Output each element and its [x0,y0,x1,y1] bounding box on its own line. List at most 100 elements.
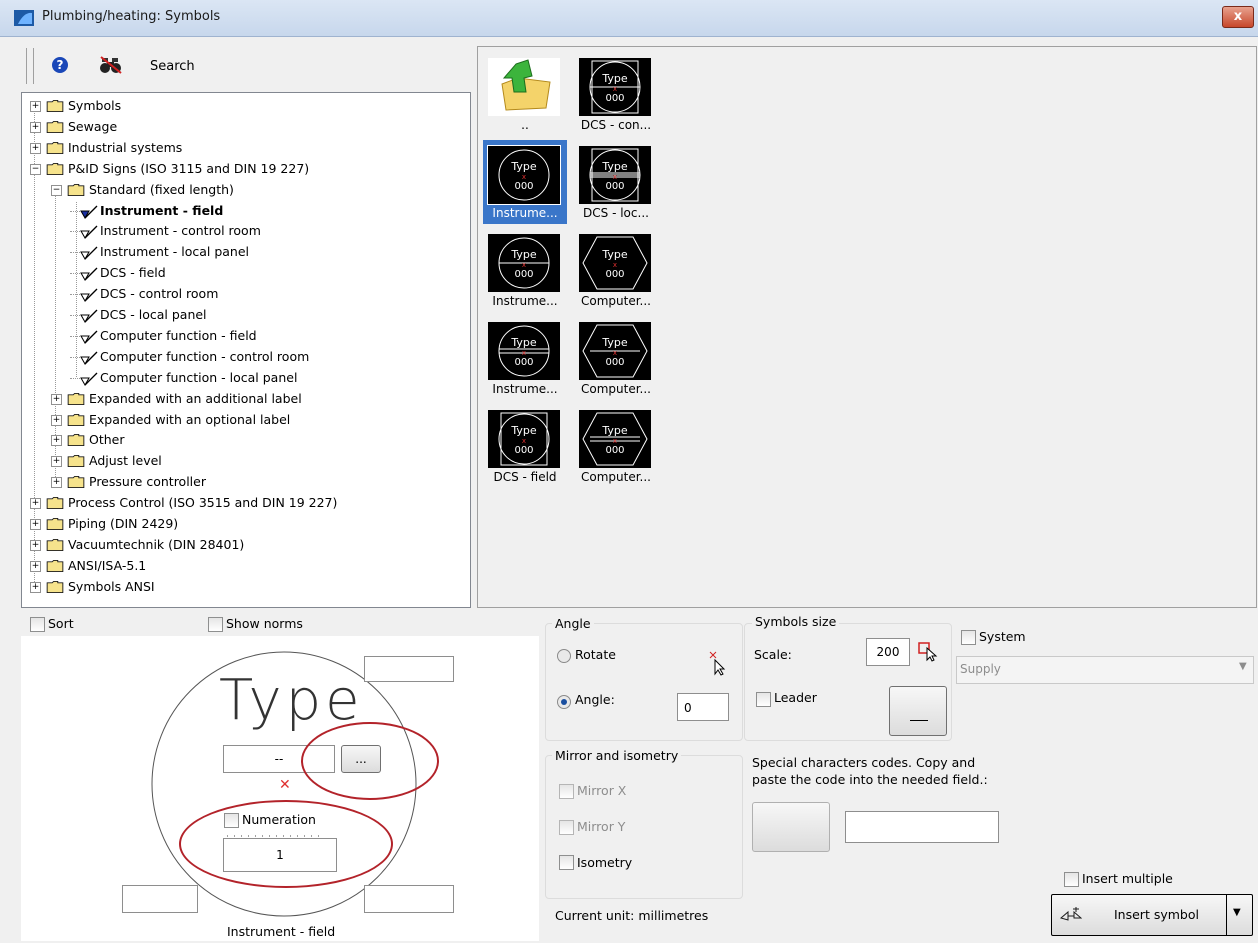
tree-folder[interactable]: + Piping (DIN 2429) [22,514,462,534]
expand-icon[interactable]: + [30,121,41,133]
help-icon[interactable]: ? [52,57,68,73]
insert-multiple-checkbox[interactable] [1064,872,1079,887]
bottom-left-label-field[interactable] [122,885,198,913]
scale-input[interactable]: 200 [866,638,910,666]
tree-folder[interactable]: + ANSI/ISA-5.1 [22,556,462,576]
tree-folder[interactable]: + Adjust level [22,451,462,471]
collapse-icon[interactable]: − [51,184,62,196]
show-norms-checkbox[interactable] [208,617,223,632]
system-select-value: Supply [960,662,1001,676]
tree-symbol[interactable]: DCS - control room [22,284,462,304]
tree-symbol[interactable]: Instrument - control room [22,221,462,241]
tree-item-label: ANSI/ISA-5.1 [68,557,147,573]
close-button[interactable]: x [1222,6,1254,28]
tree-symbol[interactable]: Instrument - local panel [22,242,462,262]
expand-icon[interactable]: + [30,498,41,510]
symbol-tile[interactable]: Type 000 x Instrume... [483,316,567,400]
angle-group [545,623,743,741]
tree-folder[interactable]: + Pressure controller [22,472,462,492]
tree-folder[interactable]: + Industrial systems [22,138,462,158]
top-right-label-field[interactable] [364,656,454,682]
tree-folder[interactable]: + Symbols ANSI [22,577,462,597]
tree-folder[interactable]: + Sewage [22,117,462,137]
symbol-tile[interactable]: Type 000 x Instrume... [483,140,567,224]
tree-folder[interactable]: + Vacuumtechnik (DIN 28401) [22,535,462,555]
symbol-tile[interactable]: Type 000 x DCS - loc... [574,140,658,224]
tree-symbol[interactable]: DCS - local panel [22,305,462,325]
tree-item-label: Instrument - local panel [100,244,250,260]
expand-icon[interactable]: + [51,456,62,468]
binoculars-icon[interactable] [100,56,122,74]
symbol-tile[interactable]: Type 000 x Computer... [574,228,658,312]
angle-radio[interactable] [557,695,571,709]
mirror-y-checkbox[interactable] [559,820,574,835]
tree-item-label: Sewage [68,118,118,134]
symbol-thumbnail: Type 000x [579,234,651,292]
expand-icon[interactable]: + [30,142,41,154]
symbol-grid[interactable]: .. Type 000 x DCS - con... Type 000 x Instrume..… [477,46,1257,608]
tree-folder[interactable]: − P&ID Signs (ISO 3115 and DIN 19 227) [22,159,462,179]
pick-scale-icon[interactable] [918,642,940,662]
rotate-label: Rotate [575,647,616,662]
tree-folder[interactable]: + Process Control (ISO 3515 and DIN 19 22… [22,493,462,513]
symbol-tile[interactable]: Type 000 x Computer... [574,404,658,488]
tree-folder[interactable]: − Standard (fixed length) [22,180,462,200]
expand-icon[interactable]: + [30,101,41,112]
tree-item-label: Pressure controller [89,474,206,490]
special-character-button[interactable] [752,802,830,852]
angle-input[interactable]: 0 [677,693,729,721]
tree-item-label: Adjust level [89,453,162,469]
symbol-caption: Instrume... [492,382,558,396]
folder-icon [46,497,64,510]
expand-icon[interactable]: + [51,414,62,426]
leader-checkbox[interactable] [756,692,771,707]
search-button[interactable]: Search [150,59,195,74]
expand-icon[interactable]: + [51,477,62,489]
collapse-icon[interactable]: − [30,163,41,175]
dropdown-arrow-icon[interactable]: ▼ [1233,907,1241,918]
expand-icon[interactable]: + [30,539,41,551]
expand-icon[interactable]: + [30,560,41,572]
symbol-tile[interactable]: Type 000 x Computer... [574,316,658,400]
isometry-checkbox[interactable] [559,855,574,870]
tree-item-label: Computer function - control room [100,348,310,364]
rotate-radio[interactable] [557,649,571,663]
expand-icon[interactable]: + [30,581,41,593]
symbol-tile[interactable]: .. [483,52,567,136]
mirror-x-checkbox[interactable] [559,784,574,799]
expand-icon[interactable]: + [51,393,62,405]
symbol-tile[interactable]: Type 000 x Instrume... [483,228,567,312]
tree-folder[interactable]: + Other [22,430,462,450]
symbol-check-icon [80,205,98,219]
system-select[interactable]: Supply ▼ [956,656,1254,684]
leader-style-button[interactable] [889,686,947,736]
tree-symbol[interactable]: DCS - field [22,263,462,283]
tree-symbol[interactable]: Computer function - local panel [22,368,462,388]
leader-label: Leader [774,690,817,705]
system-checkbox[interactable] [961,630,976,645]
symbol-tree[interactable]: + Symbols + Sewage + Industrial systems − P&ID … [21,92,471,608]
tree-symbol[interactable]: Computer function - field [22,326,462,346]
insert-symbol-button[interactable]: Insert symbol ▼ [1051,894,1253,936]
window-title: Plumbing/heating: Symbols [42,9,221,24]
expand-icon[interactable]: + [30,519,41,530]
folder-icon [46,100,64,112]
symbol-thumbnail: Type 000x [488,234,560,292]
tree-symbol[interactable]: Instrument - field [22,201,462,221]
pick-angle-icon[interactable] [708,650,726,676]
symbol-caption: DCS - con... [580,118,652,132]
tree-item-label: Vacuumtechnik (DIN 28401) [68,536,245,552]
sort-checkbox[interactable] [30,617,45,632]
toolbar-grip[interactable] [26,48,34,84]
bottom-right-label-field[interactable] [364,885,454,913]
folder-icon [67,476,85,489]
symbol-tile[interactable]: Type 000 x DCS - con... [574,52,658,136]
svg-text:000: 000 [514,269,533,280]
symbol-tile[interactable]: Type 000 x DCS - field [483,404,567,488]
tree-folder[interactable]: + Symbols [22,96,462,116]
tree-symbol[interactable]: Computer function - control room [22,347,462,367]
tree-folder[interactable]: + Expanded with an optional label [22,410,462,430]
tree-folder[interactable]: + Expanded with an additional label [22,389,462,409]
special-code-field[interactable] [845,811,999,843]
expand-icon[interactable]: + [51,435,62,447]
